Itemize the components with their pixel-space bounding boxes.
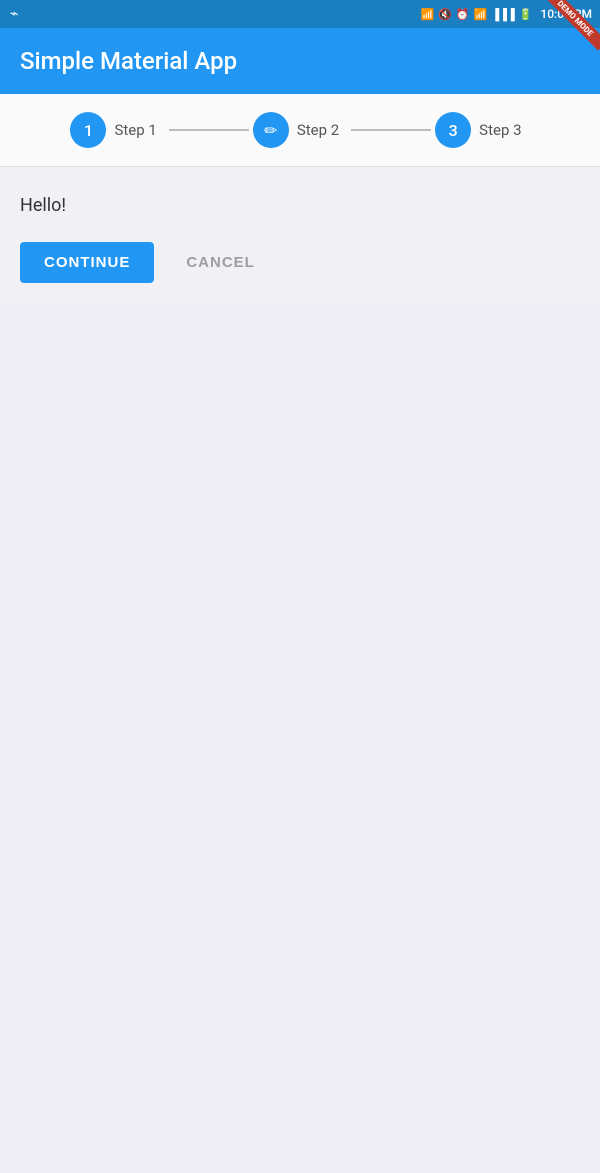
continue-button[interactable]: CONTINUE (20, 242, 154, 283)
edit-icon: ✏ (264, 121, 277, 140)
step-2: ✏ Step 2 (253, 112, 347, 148)
main-background (0, 303, 600, 1173)
wifi-icon: 📶 (474, 8, 488, 21)
step-3: 3 Step 3 (435, 112, 529, 148)
app-title: Simple Material App (20, 47, 237, 75)
button-row: CONTINUE CANCEL (20, 242, 580, 283)
demo-ribbon: DEMO MODE (540, 0, 600, 60)
usb-icon: ⌁ (10, 6, 18, 22)
step-3-value: 3 (449, 121, 458, 140)
cancel-button[interactable]: CANCEL (170, 242, 271, 283)
greeting-text: Hello! (20, 195, 580, 216)
demo-ribbon-label: DEMO MODE (542, 0, 600, 51)
battery-icon: 🔋 (519, 8, 533, 21)
mute-icon: 🔇 (438, 8, 452, 21)
step-1-label: Step 1 (114, 121, 156, 139)
step-2-label: Step 2 (297, 121, 339, 139)
step-connector-2 (351, 129, 431, 131)
signal-icon: ▐▐▐ (491, 8, 514, 21)
step-1: 1 Step 1 (70, 112, 164, 148)
alarm-icon: ⏰ (456, 8, 470, 21)
step-1-circle: 1 (70, 112, 106, 148)
step-2-circle: ✏ (253, 112, 289, 148)
content-area: Hello! CONTINUE CANCEL (0, 167, 600, 303)
step-connector-1 (169, 129, 249, 131)
app-bar: Simple Material App (0, 28, 600, 94)
status-bar: ⌁ 📶 🔇 ⏰ 📶 ▐▐▐ 🔋 10:01 PM (0, 0, 600, 28)
stepper: 1 Step 1 ✏ Step 2 3 Step 3 (0, 94, 600, 167)
step-3-label: Step 3 (479, 121, 521, 139)
step-3-circle: 3 (435, 112, 471, 148)
bluetooth-icon: 📶 (421, 8, 435, 21)
step-1-value: 1 (84, 121, 93, 140)
